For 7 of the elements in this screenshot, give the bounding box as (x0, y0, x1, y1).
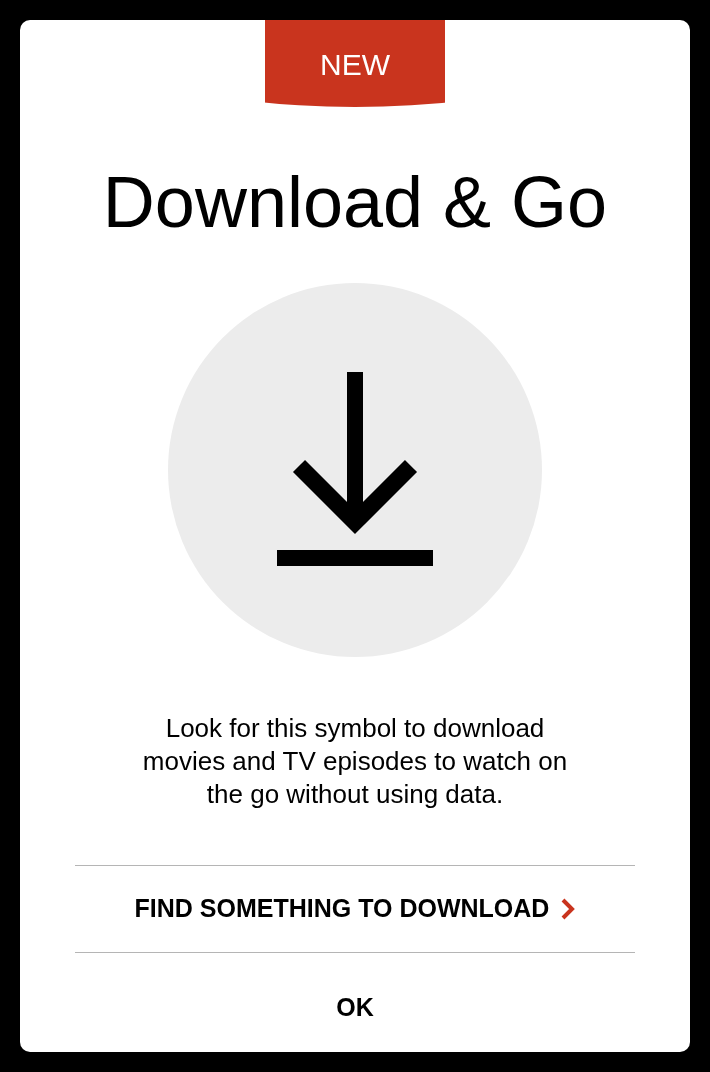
ok-button[interactable]: OK (336, 989, 374, 1027)
new-badge: NEW (265, 20, 445, 107)
chevron-right-icon (561, 898, 576, 920)
dialog-title: Download & Go (102, 162, 608, 242)
find-download-link[interactable]: FIND SOMETHING TO DOWNLOAD (134, 890, 576, 928)
download-icon (277, 372, 433, 568)
description-text: Look for this symbol to download movies and TV episodes to watch on the go without using data. (141, 712, 569, 811)
